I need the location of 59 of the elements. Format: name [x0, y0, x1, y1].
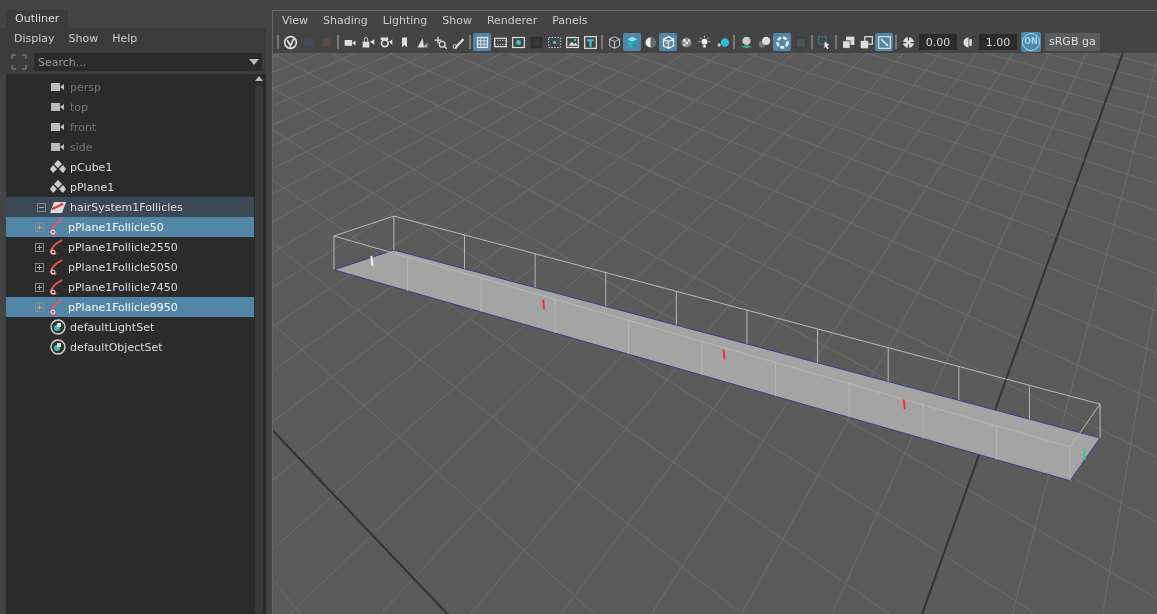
follicle-icon [47, 258, 65, 276]
text-icon[interactable] [581, 33, 599, 51]
menu-item[interactable]: Help [112, 32, 138, 46]
menu-item[interactable]: View [282, 13, 309, 29]
logo-icon[interactable] [281, 33, 299, 51]
follicle-icon [47, 298, 65, 316]
brush-square-icon[interactable] [875, 33, 893, 51]
menu-item[interactable]: Lighting [382, 13, 428, 29]
exposure-field[interactable]: 0.00 [919, 34, 957, 50]
outliner-row[interactable]: pPlane1Follicle9950 [6, 297, 254, 317]
outliner-row[interactable]: hairSystem1Follicles [6, 197, 254, 217]
expand-toggle[interactable] [35, 282, 44, 292]
scroll-up-arrow-icon[interactable] [254, 76, 263, 81]
menu-item[interactable]: Panels [552, 13, 588, 29]
menu-item[interactable]: Show [442, 13, 472, 29]
menu-item[interactable]: Display [14, 32, 55, 46]
view-transform-dropdown[interactable]: sRGB ga [1045, 33, 1100, 51]
mesh-icon [49, 158, 67, 176]
outliner-row[interactable]: defaultLightSet [6, 317, 254, 337]
item-label[interactable]: pPlane1Follicle9950 [68, 300, 178, 314]
item-label[interactable]: pPlane1Follicle50 [68, 220, 164, 234]
caret-icon [249, 59, 259, 65]
expand-toggle[interactable] [35, 262, 44, 272]
search-field[interactable]: Search... [34, 53, 246, 71]
follicle-icon [47, 218, 65, 236]
ring-icon[interactable] [773, 33, 791, 51]
item-label[interactable]: hairSystem1Follicles [70, 200, 183, 214]
set-icon [49, 338, 67, 356]
follicle-icon [47, 278, 65, 296]
outliner-row[interactable]: pCube1 [6, 157, 254, 177]
item-label[interactable]: defaultObjectSet [70, 340, 163, 354]
expand-toggle[interactable] [35, 242, 44, 252]
item-label[interactable]: pPlane1Follicle7450 [68, 280, 178, 294]
mesh-icon [49, 178, 67, 196]
dropdown-button[interactable] [246, 53, 262, 71]
menu-item[interactable]: Show [68, 32, 99, 46]
set-icon [49, 318, 67, 336]
menu-item[interactable]: Renderer [486, 13, 538, 29]
outliner-tab[interactable]: Outliner [6, 10, 69, 28]
item-label[interactable]: pPlane1 [70, 180, 115, 194]
outliner-row[interactable]: pPlane1Follicle2550 [6, 237, 254, 257]
gamma-field[interactable]: 1.00 [979, 34, 1017, 50]
item-label[interactable]: pPlane1Follicle2550 [68, 240, 178, 254]
outliner-row[interactable]: pPlane1Follicle5050 [6, 257, 254, 277]
outliner-row[interactable]: pPlane1Follicle50 [6, 217, 254, 237]
expand-toggle[interactable] [35, 302, 44, 312]
expand-toggle[interactable] [37, 202, 46, 212]
scrollbar[interactable] [254, 76, 263, 614]
follicle-icon [47, 238, 65, 256]
textured-cube-icon[interactable] [659, 33, 677, 51]
expand-toggle[interactable] [35, 222, 44, 232]
item-label[interactable]: pCube1 [70, 160, 113, 174]
outliner-row[interactable]: pPlane1 [6, 177, 254, 197]
item-label[interactable]: pPlane1Follicle5050 [68, 260, 178, 274]
menu-item[interactable]: Shading [323, 13, 368, 29]
grid-icon[interactable] [473, 33, 491, 51]
outliner-row[interactable]: defaultObjectSet [6, 337, 254, 357]
outliner-row[interactable]: pPlane1Follicle7450 [6, 277, 254, 297]
item-label[interactable]: defaultLightSet [70, 320, 155, 334]
